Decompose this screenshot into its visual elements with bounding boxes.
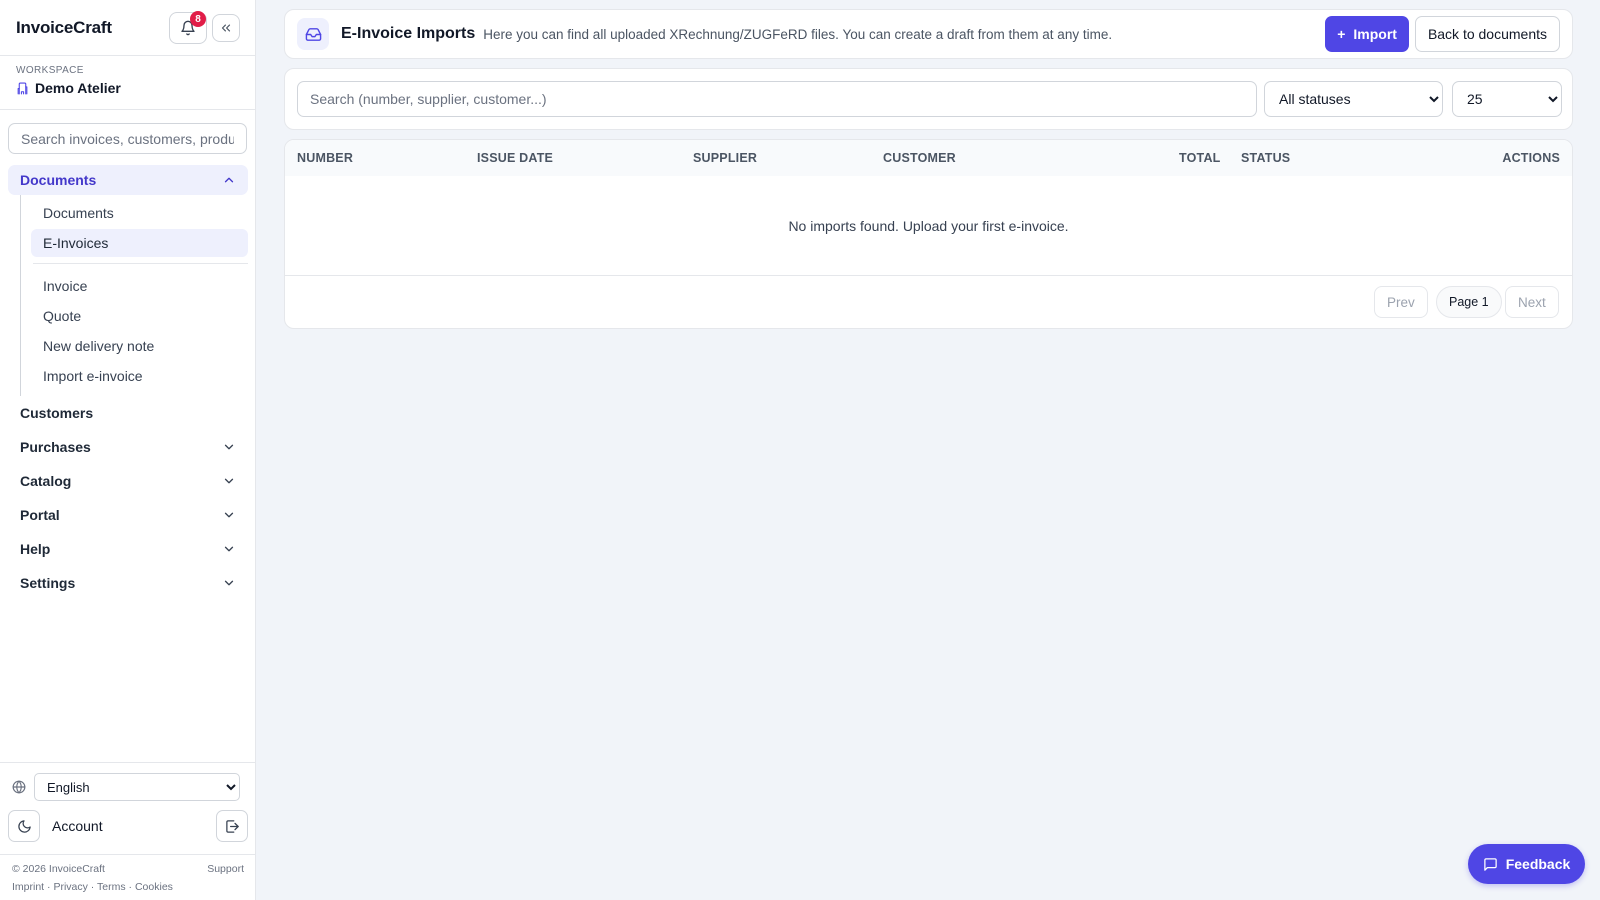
sidebar-item-purchases[interactable]: Purchases [8, 430, 248, 464]
status-filter-select[interactable]: All statuses [1264, 81, 1443, 117]
current-page-indicator: Page 1 [1436, 286, 1502, 318]
sidebar-item-label: Purchases [20, 439, 91, 455]
sidebar-item-new-delivery-note[interactable]: New delivery note [31, 332, 248, 360]
feedback-button[interactable]: Feedback [1468, 844, 1585, 884]
column-header-number[interactable]: NUMBER [297, 151, 353, 165]
imports-search-input[interactable] [297, 81, 1257, 117]
notifications-button[interactable]: 8 [169, 11, 207, 44]
building-icon [17, 82, 28, 94]
per-page-select[interactable]: 25 [1452, 81, 1562, 117]
chevron-down-icon [224, 512, 234, 518]
globe-icon [12, 780, 26, 794]
account-row: Account [0, 810, 256, 842]
privacy-link[interactable]: Privacy [53, 881, 87, 893]
sidebar: InvoiceCraft 8 WORKSPACE Demo Atelier Do… [0, 0, 256, 900]
sidebar-item-label: Catalog [20, 473, 72, 489]
sidebar-item-help[interactable]: Help [8, 532, 248, 566]
sidebar-group-documents[interactable]: Documents [8, 165, 248, 195]
sidebar-item-e-invoices[interactable]: E-Invoices [31, 229, 248, 257]
chevrons-left-icon [221, 24, 231, 32]
imports-table: NUMBER ISSUE DATE SUPPLIER CUSTOMER TOTA… [284, 139, 1573, 329]
sidebar-item-label: Customers [20, 405, 94, 421]
column-header-customer[interactable]: CUSTOMER [883, 151, 956, 165]
plus-icon: + [1337, 26, 1346, 42]
theme-toggle-button[interactable] [8, 810, 40, 842]
page-description: Here you can find all uploaded XRechnung… [483, 26, 1113, 42]
sidebar-group-label: Documents [20, 172, 97, 188]
footer-separator: · [128, 881, 133, 893]
page-title: E-Invoice Imports [341, 25, 476, 42]
workspace-label: WORKSPACE [16, 65, 84, 76]
sidebar-footer: © 2026 InvoiceCraft Support Imprint · Pr… [0, 854, 256, 893]
column-header-actions: ACTIONS [1502, 151, 1560, 165]
sidebar-bottom: English Account [0, 762, 256, 842]
logout-icon [225, 819, 239, 833]
sidebar-item-portal[interactable]: Portal [8, 498, 248, 532]
brand-logo[interactable]: InvoiceCraft [16, 18, 112, 38]
sidebar-item-label: Help [20, 541, 51, 557]
column-header-status[interactable]: STATUS [1241, 151, 1290, 165]
logout-button[interactable] [216, 810, 248, 842]
import-button-label: Import [1353, 26, 1397, 42]
collapse-sidebar-button[interactable] [212, 14, 240, 42]
sidebar-item-documents[interactable]: Documents [31, 199, 248, 227]
sidebar-item-catalog[interactable]: Catalog [8, 464, 248, 498]
submenu-divider [33, 263, 248, 264]
sidebar-item-new-invoice[interactable]: Invoice [31, 272, 248, 300]
sidebar-search-input[interactable] [8, 123, 247, 154]
inbox-icon-wrapper [297, 18, 329, 50]
sidebar-item-new-quote[interactable]: Quote [31, 302, 248, 330]
sidebar-item-settings[interactable]: Settings [8, 566, 248, 600]
sidebar-item-customers[interactable]: Customers [8, 396, 248, 430]
workspace-name: Demo Atelier [35, 80, 121, 96]
empty-state-message: No imports found. Upload your first e-in… [285, 176, 1572, 276]
account-link[interactable]: Account [52, 818, 216, 834]
chevron-up-icon [224, 177, 234, 183]
chevron-down-icon [224, 478, 234, 484]
brand-row: InvoiceCraft 8 [0, 0, 255, 56]
prev-page-button[interactable]: Prev [1374, 286, 1428, 318]
next-page-button[interactable]: Next [1505, 286, 1559, 318]
message-icon [1483, 857, 1497, 871]
chevron-down-icon [224, 444, 234, 450]
moon-icon [17, 819, 31, 833]
cookies-link[interactable]: Cookies [135, 881, 173, 893]
import-button[interactable]: + Import [1325, 16, 1409, 52]
sidebar-item-import-e-invoice[interactable]: Import e-invoice [31, 362, 248, 390]
imprint-link[interactable]: Imprint [12, 881, 44, 893]
column-header-issue-date[interactable]: ISSUE DATE [477, 151, 553, 165]
column-header-supplier[interactable]: SUPPLIER [693, 151, 757, 165]
terms-link[interactable]: Terms [97, 881, 126, 893]
sidebar-nav: Documents Documents E-Invoices Invoice Q… [0, 165, 256, 600]
copyright-text: © 2026 InvoiceCraft [12, 863, 105, 875]
filter-bar: All statuses 25 [284, 68, 1573, 130]
footer-separator: · [90, 881, 95, 893]
feedback-button-label: Feedback [1505, 856, 1571, 872]
chevron-down-icon [224, 546, 234, 552]
page-header: E-Invoice Imports Here you can find all … [284, 9, 1573, 59]
inbox-icon [305, 27, 321, 41]
workspace-section: WORKSPACE Demo Atelier [0, 56, 255, 110]
table-header: NUMBER ISSUE DATE SUPPLIER CUSTOMER TOTA… [285, 140, 1572, 176]
notification-badge: 8 [190, 11, 206, 27]
language-select[interactable]: English [34, 773, 240, 801]
documents-submenu: Documents E-Invoices Invoice Quote New d… [20, 195, 256, 396]
footer-separator: · [47, 881, 51, 893]
workspace-switcher[interactable]: Demo Atelier [16, 80, 239, 96]
back-to-documents-button[interactable]: Back to documents [1414, 16, 1560, 52]
pagination: Prev Page 1 Next [285, 276, 1572, 328]
sidebar-item-label: Portal [20, 507, 60, 523]
language-row: English [0, 773, 256, 801]
column-header-total[interactable]: TOTAL [1179, 151, 1221, 165]
support-link[interactable]: Support [207, 863, 244, 875]
chevron-down-icon [224, 580, 234, 586]
sidebar-item-label: Settings [20, 575, 76, 591]
